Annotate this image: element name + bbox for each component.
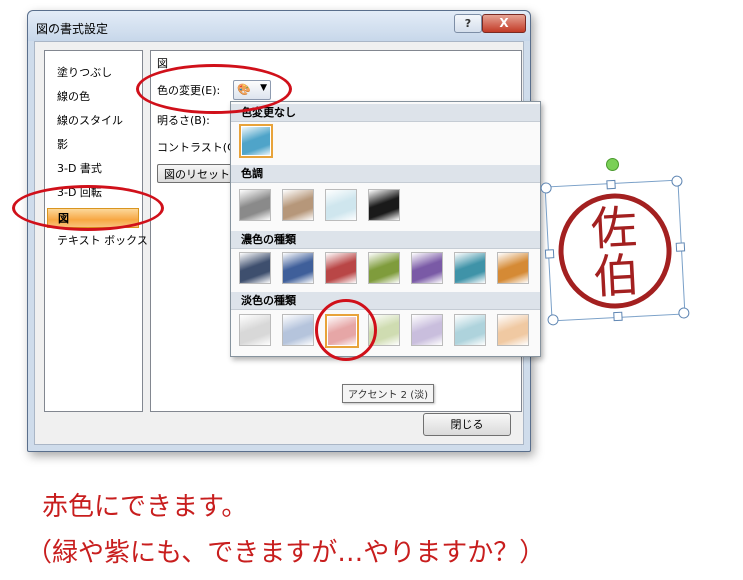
recolor-gallery: 色変更なし 色調 濃色の種類 淡色の種類	[230, 101, 541, 357]
caption-line-2: （緑や紫にも、できますが…やりますか？）	[26, 538, 546, 568]
reset-picture-button[interactable]: 図のリセット(E	[157, 164, 237, 183]
recolor-option-thumbnail[interactable]	[282, 314, 314, 346]
nav-item-text-box[interactable]: テキスト ボックス	[57, 231, 148, 251]
recolor-option-thumbnail[interactable]	[454, 314, 486, 346]
recolor-option-thumbnail[interactable]	[282, 189, 314, 221]
nav-item-line-style[interactable]: 線のスタイル	[57, 111, 123, 131]
gallery-header-color-modes: 色調	[231, 165, 540, 183]
recolor-option-thumbnail[interactable]	[411, 314, 443, 346]
annotation-ellipse	[12, 185, 164, 231]
recolor-option-thumbnail[interactable]	[368, 252, 400, 284]
seal-image-selection[interactable]: 佐 伯	[540, 175, 690, 326]
caption-line-1: 赤色にできます。	[42, 492, 248, 522]
recolor-option-thumbnail[interactable]	[325, 189, 357, 221]
recolor-option-thumbnail[interactable]	[282, 252, 314, 284]
nav-item-fill[interactable]: 塗りつぶし	[57, 63, 112, 83]
recolor-option-thumbnail[interactable]	[239, 314, 271, 346]
svg-text:伯: 伯	[592, 248, 641, 304]
recolor-option-thumbnail[interactable]	[454, 252, 486, 284]
annotation-ellipse	[136, 64, 292, 114]
recolor-option-thumbnail[interactable]	[239, 124, 273, 158]
window-close-button[interactable]: X	[482, 14, 526, 33]
recolor-option-thumbnail[interactable]	[239, 189, 271, 221]
tooltip: アクセント 2 (淡)	[342, 384, 435, 403]
dialog-titlebar[interactable]: 図の書式設定 ? X	[28, 11, 530, 41]
nav-item-shadow[interactable]: 影	[57, 135, 68, 155]
recolor-option-thumbnail[interactable]	[497, 252, 529, 284]
recolor-option-thumbnail[interactable]	[368, 189, 400, 221]
rotation-handle[interactable]	[606, 158, 619, 171]
category-list: 塗りつぶし 線の色 線のスタイル 影 3-D 書式 3-D 回転 図 テキスト …	[44, 50, 148, 412]
close-button[interactable]: 閉じる	[423, 413, 511, 436]
nav-item-line-color[interactable]: 線の色	[57, 87, 90, 107]
help-button[interactable]: ?	[454, 14, 482, 33]
gallery-header-light-variations: 淡色の種類	[231, 292, 540, 310]
recolor-option-thumbnail[interactable]	[239, 252, 271, 284]
seal-stamp: 佐 伯	[558, 193, 672, 309]
recolor-option-thumbnail[interactable]	[497, 314, 529, 346]
recolor-option-thumbnail[interactable]	[325, 252, 357, 284]
brightness-label: 明るさ(B):	[157, 114, 210, 127]
nav-item-3d-format[interactable]: 3-D 書式	[57, 159, 102, 179]
gallery-header-no-recolor: 色変更なし	[231, 104, 540, 122]
dialog-title: 図の書式設定	[36, 22, 109, 36]
annotation-ellipse	[315, 299, 377, 361]
gallery-header-dark-variations: 濃色の種類	[231, 231, 540, 249]
recolor-option-thumbnail[interactable]	[411, 252, 443, 284]
